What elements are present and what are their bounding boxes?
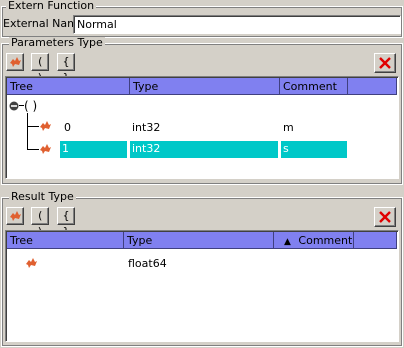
param-add-tuple-button[interactable]: ( ) — [31, 53, 49, 84]
result-col-comment[interactable]: ▲ Comment — [274, 232, 354, 249]
param-delete-button[interactable] — [374, 53, 396, 73]
param-col-type[interactable]: Type — [130, 78, 280, 95]
result-col-filler — [354, 232, 397, 249]
node-icon — [40, 121, 51, 131]
collapse-minus-icon[interactable] — [9, 101, 19, 111]
external-name-input[interactable]: Normal — [73, 15, 401, 34]
node-icon — [26, 258, 37, 268]
node-icon — [40, 144, 51, 154]
param-row-comment-selected[interactable]: s — [281, 141, 347, 158]
parameters-table[interactable]: Tree Type Comment ( ) 0 int32 m 1 int32 … — [5, 76, 399, 179]
param-add-node-button[interactable] — [6, 53, 24, 71]
result-type-legend: Result Type — [9, 190, 76, 203]
param-row-comment[interactable]: m — [283, 120, 294, 136]
result-table[interactable]: Tree Type ▲ Comment float64 — [5, 230, 399, 342]
param-row-tree-selected[interactable]: 1 — [60, 141, 127, 158]
result-col-tree[interactable]: Tree — [7, 232, 124, 249]
result-delete-button[interactable] — [374, 207, 396, 227]
tree-line — [27, 113, 28, 149]
parameters-type-legend: Parameters Type — [9, 36, 105, 49]
extern-function-legend: Extern Function — [6, 0, 97, 12]
node-icon — [10, 57, 21, 67]
param-row-tree[interactable]: 0 — [64, 120, 71, 136]
param-root-label[interactable]: ( ) — [24, 98, 37, 114]
delete-x-icon — [379, 57, 391, 69]
result-row-type[interactable]: float64 — [128, 256, 167, 272]
node-icon — [10, 211, 21, 221]
param-col-tree[interactable]: Tree — [7, 78, 130, 95]
result-col-comment-label: Comment — [298, 234, 353, 247]
result-add-tuple-button[interactable]: ( ) — [31, 207, 49, 238]
param-row-type[interactable]: int32 — [132, 120, 160, 136]
param-row-type-selected[interactable]: int32 — [130, 141, 278, 158]
param-col-comment[interactable]: Comment — [280, 78, 348, 95]
result-add-record-button[interactable]: { } — [57, 207, 75, 238]
result-add-node-button[interactable] — [6, 207, 24, 225]
sort-ascending-icon: ▲ — [284, 237, 291, 247]
param-add-record-button[interactable]: { } — [57, 53, 75, 84]
param-col-filler — [348, 78, 397, 95]
result-col-type[interactable]: Type — [124, 232, 274, 249]
delete-x-icon — [379, 211, 391, 223]
